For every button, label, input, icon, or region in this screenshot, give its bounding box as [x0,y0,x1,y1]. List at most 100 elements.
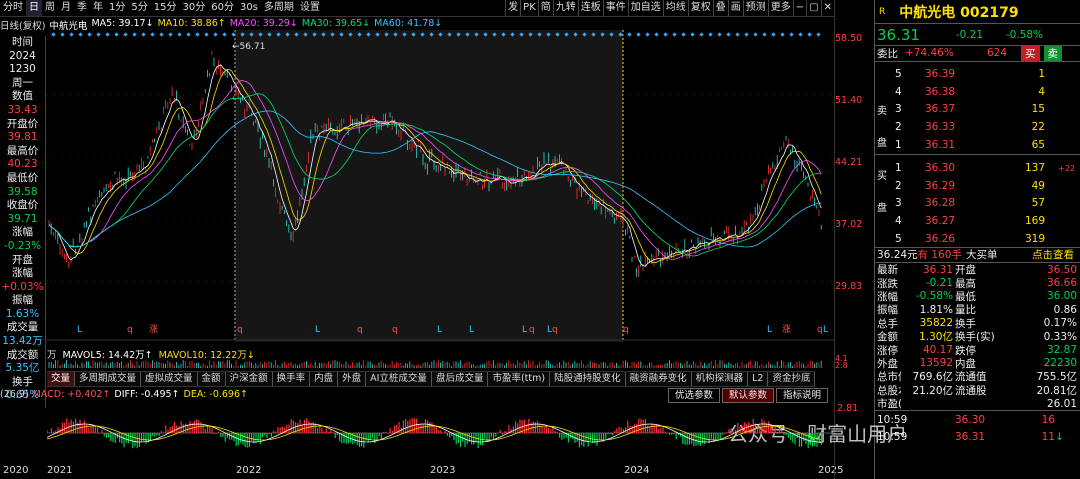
macd-params: (26,9) [0,389,29,400]
big-order-link[interactable]: 点击查看 [1032,247,1080,262]
event-marker[interactable]: q [237,325,243,335]
event-marker[interactable]: q [127,325,133,335]
event-marker[interactable]: q [817,325,823,335]
event-marker[interactable]: L [77,325,82,335]
signal-marker [78,32,83,37]
period-tab-8[interactable]: 15分 [151,0,180,16]
price-axis-strip: 58.50 51.40 44.21 37.02 29.83 4.1 2.8 2.81 [834,0,874,479]
bid-row[interactable]: 4 36.27 169 [875,212,1080,230]
event-marker[interactable]: q [529,325,535,335]
ask-row[interactable]: 5 36.39 1 [875,66,1080,84]
indicator-tab-12[interactable]: 融资融券变化 [626,372,692,386]
year-label: 2022 [236,465,262,476]
signal-marker [132,32,137,37]
indicator-tab-14[interactable]: L2 [748,372,769,386]
ask-row[interactable]: 1 36.31 65 [875,136,1080,154]
event-marker[interactable]: L [823,325,828,335]
period-tab-1[interactable]: 日 [26,0,42,16]
toolbar-button-11[interactable]: 预测 [742,0,768,16]
toolbar-button-9[interactable]: 叠 [712,0,728,16]
indicator-tab-15[interactable]: 资金抄底 [768,372,816,386]
event-marker[interactable]: q [357,325,363,335]
indicator-tab-8[interactable]: AI立桩成交量 [366,372,432,386]
r-badge: R [879,6,886,17]
event-marker[interactable]: q [392,325,398,335]
ask-row[interactable]: 4 36.38 4 [875,83,1080,101]
big-order-price: 36.24元 [877,249,918,262]
period-tab-7[interactable]: 5分 [128,0,150,16]
event-marker[interactable]: L [469,325,474,335]
event-marker[interactable]: 涨 [149,324,158,335]
indicator-tab-7[interactable]: 外盘 [338,372,367,386]
ask-row[interactable]: 2 36.33 22 [875,118,1080,136]
event-marker[interactable]: q [552,325,558,335]
signal-marker [69,32,74,37]
event-marker[interactable]: L [767,325,772,335]
bid-row[interactable]: 3 36.28 57 [875,195,1080,213]
toolbar-button-2[interactable]: 简 [537,0,553,16]
stat-value: 1.30亿 [919,331,953,344]
event-marker[interactable]: 涨 [782,324,791,335]
toolbar-button-1[interactable]: PK [520,0,538,16]
kline-chart[interactable]: ←56.71L q 涨 q Lq q L L Lq Lq q L 涨 q L [47,30,834,370]
period-tab-10[interactable]: 60分 [208,0,237,16]
indicator-tab-10[interactable]: 市盈率(ttm) [488,372,551,386]
toolbar-button-3[interactable]: 九转 [552,0,578,16]
period-tab-4[interactable]: 季 [74,0,90,16]
event-marker[interactable]: L [315,325,320,335]
indicator-tab-2[interactable]: 虚拟成交量 [141,372,198,386]
period-tab-12[interactable]: 多周期 [261,0,297,16]
period-tab-0[interactable]: 分时 [0,0,26,16]
period-tab-11[interactable]: 30s [237,0,261,16]
event-marker[interactable]: L [437,325,442,335]
toolbar-button-10[interactable]: 画 [727,0,743,16]
toolbar-button-0[interactable]: 发 [505,0,520,16]
stat-value: 21.20亿 [912,384,953,397]
indicator-tab-4[interactable]: 沪深金额 [226,372,273,386]
ask-price: 36.37 [925,103,956,116]
toolbar-button-5[interactable]: 事件 [602,0,628,16]
toolbar-button-12[interactable]: 更多 [767,0,793,16]
maximize-icon[interactable]: ▢ [806,0,820,16]
ask-volume: 1 [1038,68,1045,81]
time-axis: 2020 2021 2022 2023 2024 2025 [0,463,843,479]
minimize-icon[interactable]: − [792,0,806,16]
side-item: 时间 [12,36,33,48]
period-tab-9[interactable]: 30分 [179,0,208,16]
indicator-tab-9[interactable]: 盘后成交量 [432,372,489,386]
bid-volume: 169 [1024,215,1045,228]
ask-row[interactable]: 3 36.37 15 [875,101,1080,119]
period-tab-13[interactable]: 设置 [297,0,323,16]
toolbar-button-4[interactable]: 连板 [577,0,603,16]
event-marker[interactable]: q [623,325,629,335]
toolbar-button-7[interactable]: 均线 [662,0,688,16]
period-tab-6[interactable]: 1分 [106,0,128,16]
indicator-tab-1[interactable]: 多周期成交量 [75,372,142,386]
signal-marker [753,32,758,37]
indicator-tab-6[interactable]: 内盘 [310,372,339,386]
bid-row[interactable]: 5 36.26 319 [875,230,1080,248]
signal-marker [96,32,101,37]
indicator-tab-3[interactable]: 金额 [198,372,226,386]
signal-marker [798,32,803,37]
bid-row[interactable]: 2 36.29 49 [875,177,1080,195]
stat-value: 22230 [1043,357,1077,370]
indicator-tab-5[interactable]: 换手率 [273,372,311,386]
buy-button[interactable]: 买 [1021,45,1040,61]
indicator-tab-0[interactable]: 交量 [47,372,76,386]
stat-value: 36.50 [1046,263,1077,276]
period-tab-3[interactable]: 月 [58,0,74,16]
period-tab-2[interactable]: 周 [42,0,58,16]
toolbar-button-8[interactable]: 复权 [687,0,713,16]
bid-row[interactable]: 1 36.30 137 +22 [875,160,1080,178]
indicator-tab-11[interactable]: 陆股通持股变化 [550,372,626,386]
side-item: 成交额 [6,348,39,361]
toolbar-button-6[interactable]: 加自选 [627,0,663,16]
indicator-tab-13[interactable]: 机构探测器 [692,372,749,386]
macd-chart[interactable] [47,401,834,463]
sell-button[interactable]: 卖 [1043,45,1062,61]
close-icon[interactable]: ✕ [820,0,834,16]
period-tab-5[interactable]: 年 [90,0,106,16]
event-marker[interactable]: L [522,325,527,335]
side-item: 涨幅 [12,226,33,239]
